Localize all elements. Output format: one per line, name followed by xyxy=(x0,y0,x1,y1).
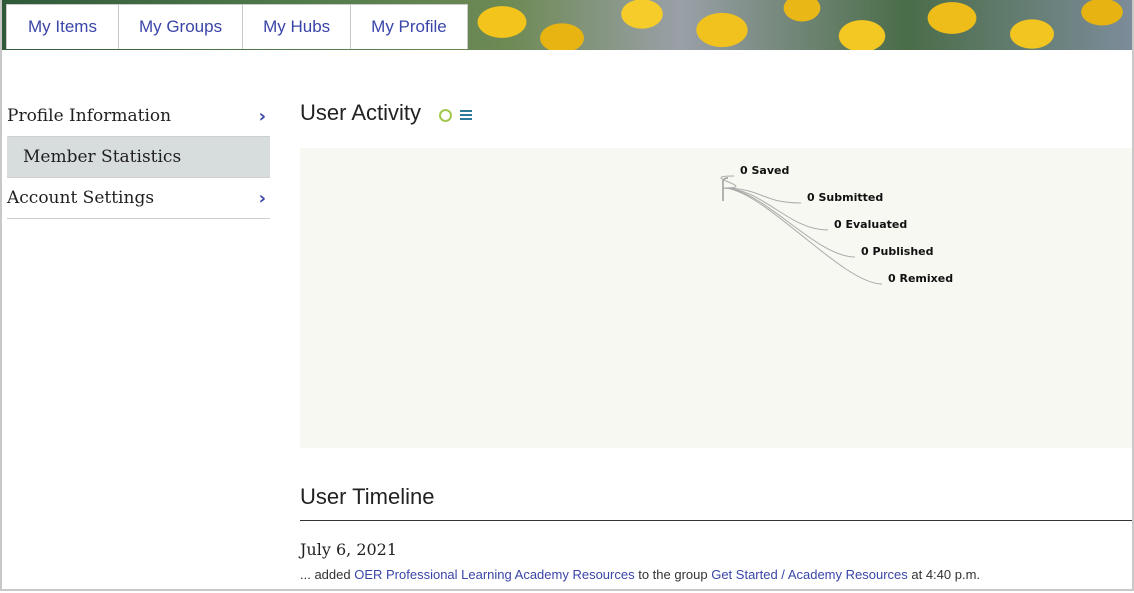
timeline-entry-prefix: ... added xyxy=(300,567,355,582)
chevron-right-icon: › xyxy=(258,187,266,209)
circle-icon[interactable] xyxy=(439,108,453,122)
tree-node-label: 0 Remixed xyxy=(888,272,953,285)
profile-tabs: My Items My Groups My Hubs My Profile xyxy=(6,4,468,49)
tab-my-hubs[interactable]: My Hubs xyxy=(242,4,352,49)
chevron-right-icon: › xyxy=(258,105,266,127)
sidebar-item-account-settings[interactable]: Account Settings › xyxy=(7,178,270,219)
page-title: User Activity xyxy=(300,100,422,125)
profile-sidebar: Profile Information › Member Statistics … xyxy=(7,96,270,219)
user-activity-heading: User Activity xyxy=(300,96,1132,130)
sidebar-item-profile-information[interactable]: Profile Information › xyxy=(7,96,270,137)
sidebar-item-label: Member Statistics xyxy=(23,147,182,167)
tree-node-label: 0 Published xyxy=(861,245,934,258)
sidebar-item-label: Profile Information xyxy=(7,106,172,126)
activity-tree-chart: 0 Saved 0 Submitted 0 Evaluated 0 Published… xyxy=(300,148,1132,448)
main-content: User Activity 0 Saved 0 Submitted 0 Evalua… xyxy=(300,96,1132,582)
tree-node-label: 0 Saved xyxy=(740,164,789,177)
timeline-date: July 6, 2021 xyxy=(300,540,398,559)
tree-svg: 0 Saved 0 Submitted 0 Evaluated 0 Published… xyxy=(720,164,953,285)
timeline-entry-suffix: at 4:40 p.m. xyxy=(907,567,981,582)
sidebar-item-member-statistics[interactable]: Member Statistics xyxy=(7,137,270,178)
user-timeline: User Timeline July 6, 2021 ... added OER… xyxy=(300,480,1132,582)
tab-my-profile[interactable]: My Profile xyxy=(350,4,468,49)
resource-link[interactable]: OER Professional Learning Academy Resour… xyxy=(354,567,634,582)
tree-node-label: 0 Submitted xyxy=(807,191,883,204)
user-timeline-heading: User Timeline xyxy=(300,480,1132,521)
menu-icon[interactable] xyxy=(460,108,473,122)
page-frame: My Items My Groups My Hubs My Profile Pr… xyxy=(0,0,1134,591)
timeline-entry: ... added OER Professional Learning Acad… xyxy=(300,567,1132,582)
group-link[interactable]: Get Started / Academy Resources xyxy=(711,567,908,582)
sidebar-item-label: Account Settings xyxy=(7,188,155,208)
tab-my-items[interactable]: My Items xyxy=(6,4,119,49)
tree-node-label: 0 Evaluated xyxy=(834,218,907,231)
tab-my-groups[interactable]: My Groups xyxy=(117,4,244,49)
timeline-entry-middle: to the group xyxy=(634,567,712,582)
